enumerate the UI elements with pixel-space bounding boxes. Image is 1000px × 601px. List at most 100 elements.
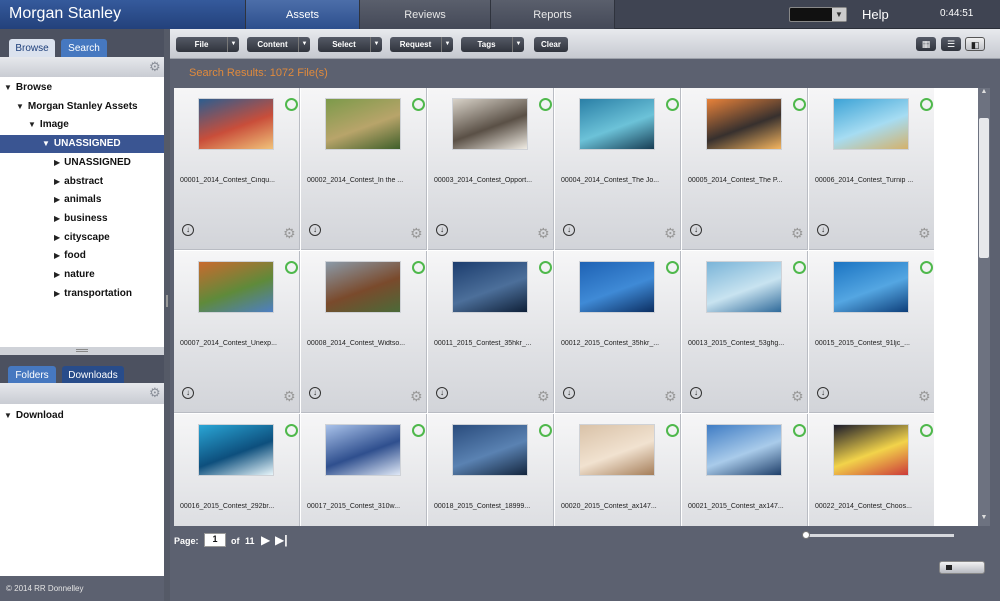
select-circle-icon[interactable] [412,424,425,437]
scrollbar-thumb[interactable] [979,118,989,258]
download-icon[interactable]: ↓ [182,387,194,399]
asset-thumbnail[interactable] [833,424,909,476]
asset-tile[interactable]: 00006_2014_Contest_Turnip ... ↓ ⚙ [809,88,934,250]
tree-node[interactable]: ▶ transportation [0,285,164,303]
tree-node[interactable]: ▼ Image [0,116,164,134]
triangle-right-icon[interactable]: ▶ [54,214,60,223]
file-menu-button[interactable]: File ▼ [176,37,239,52]
scroll-up-icon[interactable]: ▲ [978,88,990,100]
download-icon[interactable]: ↓ [436,224,448,236]
select-circle-icon[interactable] [539,424,552,437]
triangle-down-icon[interactable]: ▼ [4,83,12,92]
help-link[interactable]: Help [862,7,889,22]
download-icon[interactable]: ↓ [563,224,575,236]
download-icon[interactable]: ↓ [690,387,702,399]
asset-thumbnail[interactable] [833,261,909,313]
asset-thumbnail[interactable] [452,261,528,313]
select-circle-icon[interactable] [285,261,298,274]
asset-thumbnail[interactable] [198,98,274,150]
asset-tile[interactable]: 00016_2015_Contest_292br...↓⚙ [174,414,300,526]
thumbnail-size-slider[interactable] [802,531,954,539]
download-icon[interactable]: ↓ [182,224,194,236]
asset-thumbnail[interactable] [325,261,401,313]
select-circle-icon[interactable] [666,261,679,274]
grid-view-icon[interactable]: ▦ [916,37,936,51]
asset-tile[interactable]: 00011_2015_Contest_35hkr_... ↓ ⚙ [428,251,554,413]
select-circle-icon[interactable] [285,424,298,437]
download-icon[interactable]: ↓ [817,387,829,399]
tab-browse[interactable]: Browse [9,39,55,57]
asset-tile[interactable]: 00017_2015_Contest_310w...↓⚙ [301,414,427,526]
tree-node[interactable]: ▼ Morgan Stanley Assets [0,98,164,116]
asset-thumbnail[interactable] [325,98,401,150]
tree-node[interactable]: ▼ UNASSIGNED [0,135,164,154]
view-toggle-button[interactable] [939,561,985,574]
select-menu-button[interactable]: Select ▼ [318,37,382,52]
select-circle-icon[interactable] [920,424,933,437]
page-number-input[interactable]: 1 [204,533,226,547]
tab-reports[interactable]: Reports [490,0,615,29]
asset-tile[interactable]: 00012_2015_Contest_35hkr_... ↓ ⚙ [555,251,681,413]
triangle-right-icon[interactable]: ▶ [54,195,60,204]
gear-icon[interactable]: ⚙ [283,226,296,240]
asset-thumbnail[interactable] [579,261,655,313]
next-page-icon[interactable]: ▶ [261,533,270,547]
gear-icon[interactable]: ⚙ [791,226,804,240]
gear-icon[interactable]: ⚙ [149,385,161,401]
asset-thumbnail[interactable] [452,424,528,476]
gear-icon[interactable]: ⚙ [664,389,677,403]
list-view-icon[interactable]: ☰ [941,37,961,51]
tree-node[interactable]: ▼ Browse [0,79,164,97]
asset-tile[interactable]: 00013_2015_Contest_53ghg... ↓ ⚙ [682,251,808,413]
select-circle-icon[interactable] [412,261,425,274]
scroll-down-icon[interactable]: ▼ [978,514,990,526]
asset-thumbnail[interactable] [198,424,274,476]
asset-thumbnail[interactable] [325,424,401,476]
asset-tile[interactable]: 00021_2015_Contest_ax147...↓⚙ [682,414,808,526]
download-icon[interactable]: ↓ [690,224,702,236]
triangle-right-icon[interactable]: ▶ [54,158,60,167]
asset-thumbnail[interactable] [579,98,655,150]
clear-button[interactable]: Clear [534,37,568,52]
gear-icon[interactable]: ⚙ [410,226,423,240]
asset-thumbnail[interactable] [706,98,782,150]
tags-menu-button[interactable]: Tags ▼ [461,37,524,52]
gear-icon[interactable]: ⚙ [537,389,550,403]
asset-thumbnail[interactable] [452,98,528,150]
asset-thumbnail[interactable] [833,98,909,150]
tab-search[interactable]: Search [61,39,107,57]
select-circle-icon[interactable] [539,98,552,111]
asset-tile[interactable]: 00018_2015_Contest_18999...↓⚙ [428,414,554,526]
asset-tile[interactable]: 00015_2015_Contest_91ljc_... ↓ ⚙ [809,251,934,413]
gear-icon[interactable]: ⚙ [918,389,931,403]
download-icon[interactable]: ↓ [309,224,321,236]
select-circle-icon[interactable] [793,424,806,437]
asset-thumbnail[interactable] [706,261,782,313]
slider-knob[interactable] [802,531,810,539]
tree-node[interactable]: ▶ UNASSIGNED [0,154,164,172]
gear-icon[interactable]: ⚙ [918,226,931,240]
select-circle-icon[interactable] [793,98,806,111]
detail-view-icon[interactable]: ◧ [965,37,985,51]
asset-tile[interactable]: 00008_2014_Contest_Widtso... ↓ ⚙ [301,251,427,413]
select-circle-icon[interactable] [920,261,933,274]
asset-tile[interactable]: 00007_2014_Contest_Unexp... ↓ ⚙ [174,251,300,413]
gear-icon[interactable]: ⚙ [537,226,550,240]
download-icon[interactable]: ↓ [309,387,321,399]
tree-node[interactable]: ▶ food [0,247,164,265]
tree-node[interactable]: ▶ abstract [0,173,164,191]
vertical-splitter[interactable] [164,29,170,601]
tab-folders[interactable]: Folders [8,366,56,384]
asset-tile[interactable]: 00002_2014_Contest_In the ... ↓ ⚙ [301,88,427,250]
triangle-right-icon[interactable]: ▶ [54,233,60,242]
content-menu-button[interactable]: Content ▼ [247,37,310,52]
triangle-down-icon[interactable]: ▼ [28,120,36,129]
select-circle-icon[interactable] [539,261,552,274]
select-circle-icon[interactable] [412,98,425,111]
triangle-right-icon[interactable]: ▶ [54,289,60,298]
asset-tile[interactable]: 00004_2014_Contest_The Jo... ↓ ⚙ [555,88,681,250]
asset-tile[interactable]: 00020_2015_Contest_ax147...↓⚙ [555,414,681,526]
download-icon[interactable]: ↓ [436,387,448,399]
tab-assets[interactable]: Assets [245,0,359,29]
gear-icon[interactable]: ⚙ [664,226,677,240]
